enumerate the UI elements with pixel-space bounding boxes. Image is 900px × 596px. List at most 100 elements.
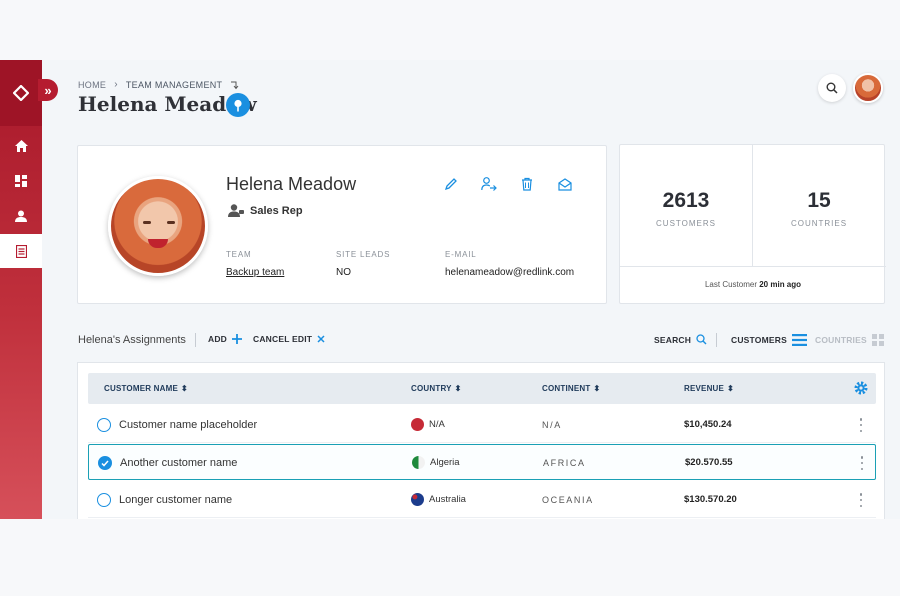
search-icon [826,82,838,94]
add-button[interactable]: ADD [208,334,243,344]
column-header-label: COUNTRY [411,384,452,393]
sidebar-item-dashboard[interactable] [0,164,42,198]
stat-countries-caption: COUNTRIES [790,219,848,228]
profile-name: Helena Meadow [226,174,357,194]
table-row[interactable]: Longer customer name Australia OCEANIA $… [88,482,876,518]
cell-country-name: Algeria [430,457,460,468]
cell-continent: OCEANIA [542,495,594,505]
add-label: ADD [208,334,228,344]
row-menu-button[interactable] [859,493,863,507]
field-team: TEAM Backup team [226,250,284,278]
app-logo-icon[interactable] [0,60,42,126]
chevron-right-icon: › [114,79,118,90]
cell-revenue: $130.570.20 [684,494,737,505]
cell-continent: N/A [542,420,562,430]
column-header-continent[interactable]: CONTINENT ⬍ [542,384,600,393]
field-site-leads-value: NO [336,267,351,278]
field-site-leads: SITE LEADS NO [336,250,390,278]
user-badge-icon [228,204,244,217]
table-row[interactable]: Another customer name Algeria AFRICA $20… [88,444,876,480]
gear-icon [854,381,868,395]
customers-view-label: CUSTOMERS [731,335,787,345]
stat-customers-value: 2613 [662,189,710,212]
user-avatar[interactable] [853,73,883,103]
row-checkbox[interactable] [98,456,112,470]
user-arrow-icon [481,177,497,191]
row-menu-button[interactable] [859,418,863,432]
cell-customer-name: Another customer name [120,457,238,469]
location-pin-button[interactable] [226,93,250,117]
last-customer-time: 20 min ago [759,280,802,289]
document-list-icon [15,244,27,258]
user-icon [15,210,27,222]
breadcrumb-current: TEAM MANAGEMENT [125,79,223,90]
column-header-label: CUSTOMER NAME [104,384,179,393]
grid-view-icon [871,334,884,346]
table-header: CUSTOMER NAME ⬍ COUNTRY ⬍ CONTINENT ⬍ REVEN… [88,373,876,404]
countries-view-toggle[interactable]: COUNTRIES [815,334,884,346]
column-header-customer-name[interactable]: CUSTOMER NAME ⬍ [104,384,188,393]
table-settings-button[interactable] [853,380,869,396]
transfer-user-button[interactable] [481,176,497,192]
app-window: » HOME › TEAM MANAGEMENT Helena Meadow H… [0,60,900,519]
pencil-icon [444,178,457,191]
sort-icon: ⬍ [181,384,188,393]
profile-actions [443,176,573,192]
column-header-revenue[interactable]: REVENUE ⬍ [684,384,734,393]
arrow-turn-down-icon[interactable] [230,80,240,90]
field-team-value[interactable]: Backup team [226,267,284,278]
mail-open-icon [558,177,572,191]
breadcrumb-home[interactable]: HOME [78,80,106,90]
flag-icon [411,418,424,431]
cancel-edit-label: CANCEL EDIT [253,334,313,344]
customers-view-toggle[interactable]: CUSTOMERS [731,334,807,346]
close-icon [317,335,325,343]
stat-customers: 2613 CUSTOMERS [620,145,752,266]
top-background [0,0,900,60]
cell-customer-name: Customer name placeholder [119,419,258,431]
row-checkbox[interactable] [97,493,111,507]
cell-country-name: N/A [429,419,445,430]
sort-icon: ⬍ [454,384,462,393]
cell-customer-name: Longer customer name [119,494,233,506]
delete-button[interactable] [519,176,535,192]
global-search-button[interactable] [818,74,846,102]
expand-sidebar-button[interactable]: » [38,79,58,101]
divider [620,266,886,267]
divider [195,333,196,347]
cell-country: Australia [411,493,466,506]
last-customer-info: Last Customer 20 min ago [620,280,886,289]
sort-icon: ⬍ [593,384,601,393]
breadcrumb: HOME › TEAM MANAGEMENT [78,79,240,90]
search-button[interactable]: SEARCH [654,334,707,345]
table-row[interactable]: Customer name placeholder N/A N/A $10,45… [88,407,876,443]
cell-country-name: Australia [429,494,466,505]
column-header-country[interactable]: COUNTRY ⬍ [411,384,462,393]
cell-country: N/A [411,418,445,431]
cell-country: Algeria [412,456,460,469]
email-button[interactable] [557,176,573,192]
column-header-label: REVENUE [684,384,725,393]
field-email-value: helenameadow@redlink.com [445,267,575,278]
profile-role: Sales Rep [228,204,303,217]
plus-icon [232,334,243,344]
profile-role-label: Sales Rep [250,204,303,217]
home-icon [14,140,28,152]
search-icon [696,334,707,345]
profile-photo [108,176,208,276]
location-pin-icon [234,99,242,111]
sidebar-item-reports[interactable] [0,234,42,268]
flag-icon [411,493,424,506]
cell-revenue: $20.570.55 [685,457,733,468]
cancel-edit-button[interactable]: CANCEL EDIT [253,334,325,344]
divider [716,333,717,347]
row-checkbox[interactable] [97,418,111,432]
countries-view-label: COUNTRIES [815,335,867,345]
row-menu-button[interactable] [860,456,864,470]
double-chevron-right-icon: » [44,82,52,98]
sidebar-item-home[interactable] [0,129,42,163]
edit-button[interactable] [443,176,459,192]
sidebar [0,60,42,519]
sidebar-item-users[interactable] [0,199,42,233]
stat-countries-value: 15 [807,189,831,212]
